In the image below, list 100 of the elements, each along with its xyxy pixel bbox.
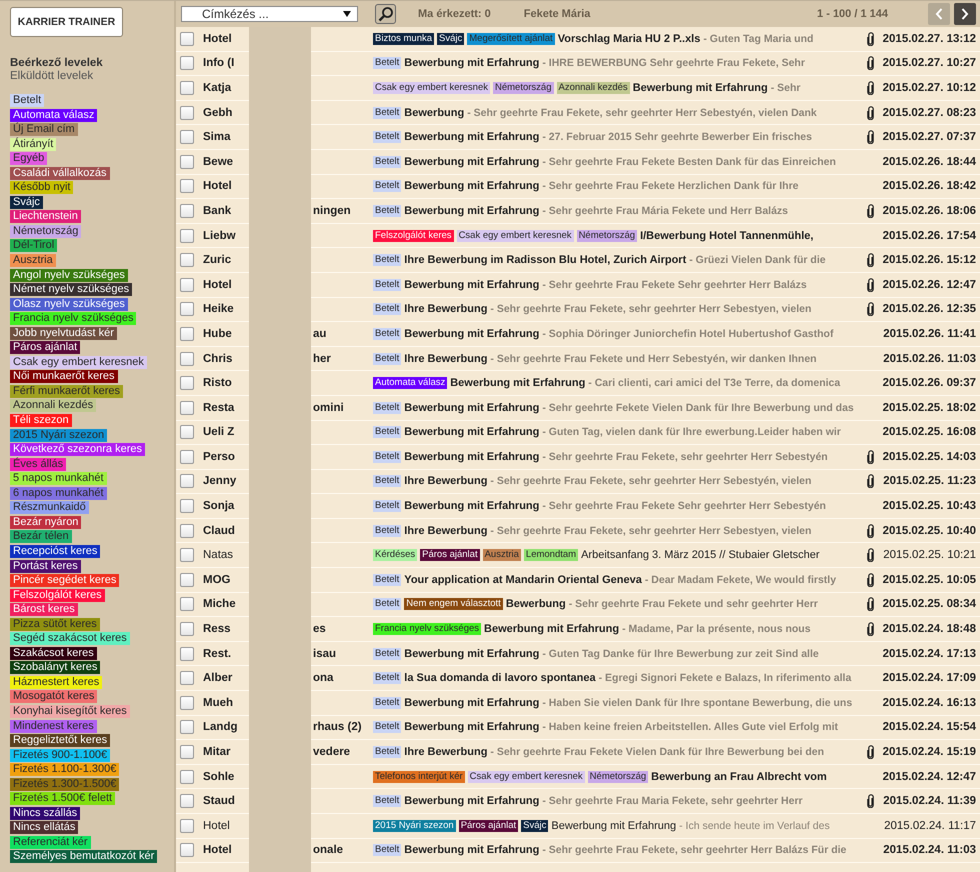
- label-tag[interactable]: Recepcióst keres: [10, 544, 100, 558]
- label-tag[interactable]: Betelt: [373, 648, 402, 660]
- label-tag[interactable]: Betelt: [373, 844, 402, 856]
- label-tag[interactable]: Olasz nyelv szükséges: [10, 298, 128, 311]
- label-tag[interactable]: Francia nyelv szükséges: [10, 312, 136, 326]
- row-checkbox[interactable]: [180, 130, 194, 144]
- label-tag[interactable]: Németország: [588, 770, 648, 783]
- label-tag[interactable]: Páros ajánlat: [10, 341, 80, 354]
- message-subject[interactable]: Bewerbung mit Erfahrung: [404, 648, 540, 660]
- message-subject[interactable]: Bewerbung mit Erfahrung: [404, 426, 540, 438]
- label-tag[interactable]: Férfi munkaerőt keres: [10, 384, 123, 398]
- label-tag[interactable]: Csak egy embert keresnek: [10, 356, 147, 369]
- message-subject[interactable]: la Sua domanda di lavoro spontanea: [404, 672, 596, 684]
- label-tag[interactable]: Bezár nyáron: [10, 516, 82, 529]
- label-tag[interactable]: Betelt: [373, 574, 402, 586]
- label-tag[interactable]: Fizetés 1.100-1.300€: [10, 763, 120, 776]
- label-tag[interactable]: Csak egy embert keresnek: [373, 82, 490, 94]
- label-tag[interactable]: Németország: [493, 82, 554, 94]
- message-subject[interactable]: Bewerbung: [506, 598, 566, 610]
- label-tag[interactable]: Konyhai kisegítőt keres: [10, 704, 130, 718]
- message-subject[interactable]: I/Bewerbung Hotel Tannenmühle,: [640, 230, 814, 242]
- message-subject[interactable]: Bewerbung mit Erfahrung: [450, 377, 586, 390]
- message-subject[interactable]: Bewerbung mit Erfahrung: [404, 500, 540, 512]
- message-subject[interactable]: Bewerbung mit Erfahrung: [404, 204, 540, 217]
- row-checkbox[interactable]: [180, 572, 194, 587]
- label-tag[interactable]: Referenciát kér: [10, 836, 91, 849]
- message-subject[interactable]: Arbeitsanfang 3. März 2015 // Stubaier Gletscher: [581, 549, 820, 562]
- label-tag[interactable]: Betelt: [373, 746, 402, 758]
- label-tag[interactable]: 5 napos munkahét: [10, 472, 107, 486]
- message-subject[interactable]: Bewerbung mit Erfahrung: [404, 696, 540, 709]
- label-tag[interactable]: Betelt: [373, 204, 402, 217]
- label-tag[interactable]: Angol nyelv szükséges: [10, 268, 128, 282]
- label-tag[interactable]: Csak egy embert keresnek: [456, 230, 574, 242]
- message-subject[interactable]: Bewerbung mit Erfahrung: [404, 844, 540, 856]
- label-tag[interactable]: Automata válasz: [373, 377, 448, 390]
- label-tag[interactable]: Házmestert keres: [10, 676, 102, 689]
- row-checkbox[interactable]: [180, 745, 194, 760]
- row-checkbox[interactable]: [180, 696, 194, 710]
- message-subject[interactable]: Ihre Bewerbung im Radisson Blu Hotel, Zurich Airport: [404, 254, 686, 266]
- message-subject[interactable]: Bewerbung an Frau Albrecht vom: [651, 770, 827, 783]
- row-checkbox[interactable]: [180, 228, 194, 243]
- label-tag[interactable]: Betelt: [373, 426, 402, 438]
- label-tag[interactable]: Betelt: [373, 106, 402, 119]
- row-checkbox[interactable]: [180, 646, 194, 661]
- row-checkbox[interactable]: [180, 179, 194, 194]
- label-tag[interactable]: Páros ajánlat: [420, 549, 480, 562]
- label-tag[interactable]: Betelt: [373, 180, 402, 192]
- label-tag[interactable]: Betelt: [373, 156, 402, 168]
- label-tag[interactable]: Betelt: [373, 328, 402, 340]
- label-tag[interactable]: Éves állás: [10, 458, 66, 471]
- message-subject[interactable]: Bewerbung mit Erfahrung: [404, 328, 540, 340]
- message-subject[interactable]: Bewerbung mit Erfahrung: [404, 795, 540, 808]
- label-tag[interactable]: Megerősített ajánlat: [467, 32, 555, 45]
- label-tag[interactable]: Szobalányt keres: [10, 661, 100, 674]
- brand-button[interactable]: KARRIER TRAINER: [10, 7, 123, 37]
- row-checkbox[interactable]: [180, 106, 194, 120]
- row-checkbox[interactable]: [180, 253, 194, 268]
- row-checkbox[interactable]: [180, 524, 194, 538]
- row-checkbox[interactable]: [180, 326, 194, 341]
- label-tag[interactable]: Betelt: [373, 672, 402, 684]
- label-tag[interactable]: Automata válasz: [10, 108, 98, 122]
- row-checkbox[interactable]: [180, 376, 194, 390]
- message-subject[interactable]: Bewerbung mit Erfahrung: [404, 57, 540, 70]
- row-checkbox[interactable]: [180, 818, 194, 833]
- label-tag[interactable]: 2015 Nyári szezon: [373, 820, 456, 832]
- label-tag[interactable]: Páros ajánlat: [458, 820, 518, 832]
- label-tag[interactable]: Azonnali kezdés: [556, 82, 630, 94]
- row-checkbox[interactable]: [180, 499, 194, 514]
- label-tag[interactable]: Bezár télen: [10, 530, 72, 544]
- row-checkbox[interactable]: [180, 80, 194, 95]
- label-tag[interactable]: Németország: [576, 230, 638, 242]
- label-tag[interactable]: Fizetés 900-1.100€: [10, 748, 110, 762]
- row-checkbox[interactable]: [180, 770, 194, 784]
- label-tag[interactable]: Ausztria: [10, 254, 56, 268]
- message-subject[interactable]: Bewerbung mit Erfahrung: [632, 82, 768, 94]
- label-tag[interactable]: Betelt: [373, 303, 402, 316]
- label-tag[interactable]: Reggeliztetőt keres: [10, 734, 110, 748]
- row-checkbox[interactable]: [180, 720, 194, 734]
- label-tag[interactable]: Pizza sütőt keres: [10, 618, 100, 631]
- message-subject[interactable]: Bewerbung mit Erfahrung: [404, 156, 540, 168]
- row-checkbox[interactable]: [180, 474, 194, 488]
- message-subject[interactable]: Bewerbung mit Erfahrung: [404, 278, 540, 291]
- row-checkbox[interactable]: [180, 400, 194, 415]
- message-subject[interactable]: Ihre Bewerbung: [404, 746, 488, 758]
- label-tag[interactable]: 6 napos munkahét: [10, 486, 107, 500]
- row-checkbox[interactable]: [180, 843, 194, 858]
- label-tag[interactable]: Németország: [10, 224, 82, 238]
- row-checkbox[interactable]: [180, 302, 194, 316]
- row-checkbox[interactable]: [180, 548, 194, 562]
- label-tag[interactable]: Dél-Tirol: [10, 239, 58, 252]
- label-tag[interactable]: Biztos munka: [373, 32, 434, 45]
- message-subject[interactable]: Ihre Bewerbung: [404, 352, 488, 365]
- label-tag[interactable]: Betelt: [373, 475, 402, 488]
- label-tag[interactable]: Betelt: [373, 352, 402, 365]
- row-checkbox[interactable]: [180, 204, 194, 218]
- message-subject[interactable]: Ihre Bewerbung: [404, 524, 488, 537]
- label-tag[interactable]: Portást keres: [10, 560, 81, 572]
- folder-link[interactable]: Beérkező levelek: [10, 57, 174, 70]
- row-checkbox[interactable]: [180, 622, 194, 636]
- label-tag[interactable]: Következő szezonra keres: [10, 443, 146, 456]
